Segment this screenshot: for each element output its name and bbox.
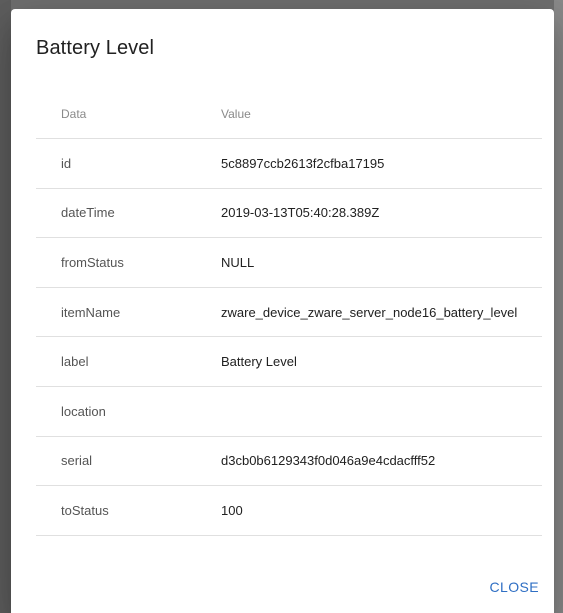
table-row: label Battery Level [36,336,542,387]
row-value: zware_device_zware_server_node16_battery… [196,287,542,338]
column-header-value: Value [196,89,542,139]
close-button[interactable]: CLOSE [482,573,547,601]
row-value: 100 [196,485,542,536]
background-app-left-edge [0,0,11,613]
row-key: itemName [36,287,196,338]
dialog-title: Battery Level [36,37,155,59]
row-value: d3cb0b6129343f0d046a9e4cdacfff52 [196,436,542,487]
row-key: location [36,386,196,437]
table-row: dateTime 2019-03-13T05:40:28.389Z [36,188,542,239]
row-key: label [36,336,196,387]
table-row: location [36,386,542,437]
row-key: dateTime [36,188,196,239]
battery-level-dialog: Battery Level Data Value id 5c8897ccb261… [11,9,554,613]
table-row: itemName zware_device_zware_server_node1… [36,287,542,338]
table-header-row: Data Value [36,89,542,139]
row-key: id [36,138,196,189]
row-value [196,386,542,437]
column-header-data: Data [36,89,196,139]
row-value: NULL [196,237,542,288]
data-table: Data Value id 5c8897ccb2613f2cfba17195 d… [36,89,542,536]
row-value: Battery Level [196,336,542,387]
background-app-right-edge [554,0,563,613]
row-key: serial [36,436,196,487]
table-row: id 5c8897ccb2613f2cfba17195 [36,138,542,189]
table-row: fromStatus NULL [36,237,542,288]
row-value: 5c8897ccb2613f2cfba17195 [196,138,542,189]
table-row: toStatus 100 [36,485,542,536]
row-key: toStatus [36,485,196,536]
row-value: 2019-03-13T05:40:28.389Z [196,188,542,239]
row-key: fromStatus [36,237,196,288]
table-row: serial d3cb0b6129343f0d046a9e4cdacfff52 [36,436,542,487]
